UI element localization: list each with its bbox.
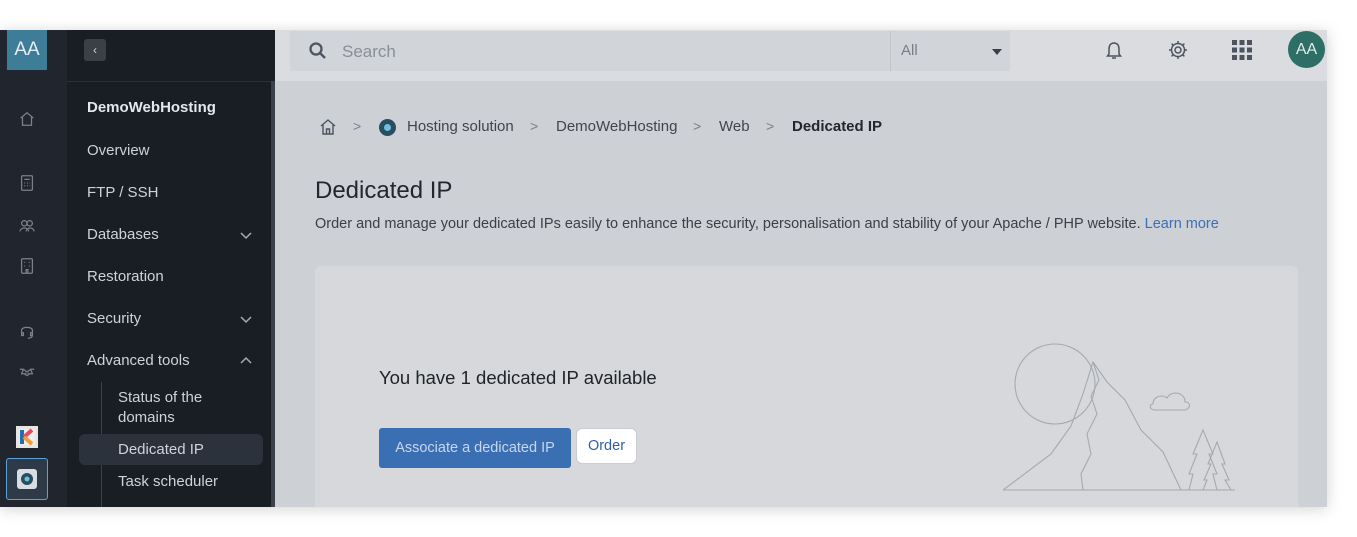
sidebar-item-databases[interactable]: Databases — [87, 226, 159, 243]
kchat-app-icon[interactable] — [16, 426, 38, 448]
breadcrumb-separator: > — [766, 118, 775, 134]
search-input[interactable] — [340, 40, 824, 64]
building-icon[interactable] — [17, 256, 37, 276]
breadcrumb-hosting-solution[interactable]: Hosting solution — [407, 118, 514, 135]
order-button[interactable]: Order — [576, 428, 637, 464]
hosting-logo-icon — [17, 469, 37, 489]
sidebar-item-security[interactable]: Security — [87, 310, 141, 327]
apps-grid-icon[interactable] — [1231, 39, 1253, 61]
page-description-text: Order and manage your dedicated IPs easi… — [315, 216, 1141, 232]
sidebar-top: ‹ — [67, 30, 275, 82]
search-filter-select[interactable]: All — [901, 42, 918, 59]
sidebar-item-advanced-tools[interactable]: Advanced tools — [87, 352, 190, 369]
search-bar: All — [290, 31, 1010, 71]
associate-dedicated-ip-button[interactable]: Associate a dedicated IP — [379, 428, 571, 468]
search-icon[interactable] — [308, 41, 328, 61]
breadcrumb-separator: > — [530, 118, 539, 134]
search-divider — [890, 31, 891, 71]
handshake-icon[interactable] — [17, 362, 37, 382]
breadcrumb-demowebhosting[interactable]: DemoWebHosting — [556, 118, 677, 135]
sidebar-item-restoration[interactable]: Restoration — [87, 268, 164, 285]
breadcrumb-current: Dedicated IP — [792, 118, 883, 135]
sidebar-item-overview[interactable]: Overview — [87, 142, 150, 159]
sidebar-subitem-dedicated-ip[interactable]: Dedicated IP — [118, 440, 204, 460]
sidebar-title: DemoWebHosting — [87, 99, 216, 116]
calculator-icon[interactable] — [17, 173, 37, 193]
breadcrumb-separator: > — [353, 118, 362, 134]
sidebar-subitem-task-scheduler[interactable]: Task scheduler — [118, 472, 218, 492]
page-title: Dedicated IP — [315, 177, 453, 204]
caret-down-icon[interactable] — [992, 49, 1002, 55]
sidebar-subitem-status-domains[interactable]: Status of the domains — [118, 388, 238, 428]
icon-rail: AA — [0, 30, 67, 507]
account-avatar[interactable]: AA — [7, 30, 47, 70]
top-header: All AA — [275, 30, 1327, 81]
bell-icon[interactable] — [1103, 39, 1125, 61]
breadcrumb-separator: > — [693, 118, 702, 134]
chevron-up-icon[interactable] — [239, 354, 253, 368]
home-icon[interactable] — [319, 118, 337, 136]
hosting-logo-icon — [379, 119, 396, 136]
user-avatar[interactable]: AA — [1288, 31, 1325, 68]
hosting-app-icon[interactable] — [6, 458, 48, 500]
sidebar: ‹ DemoWebHosting Overview FTP / SSH Data… — [67, 30, 275, 507]
mountain-illustration — [1003, 343, 1235, 491]
chevron-down-icon[interactable] — [239, 312, 253, 326]
chevron-down-icon[interactable] — [239, 228, 253, 242]
collapse-sidebar-button[interactable]: ‹ — [84, 39, 106, 61]
learn-more-link[interactable]: Learn more — [1145, 216, 1219, 232]
home-icon[interactable] — [17, 109, 37, 129]
main-content: > Hosting solution > DemoWebHosting > We… — [275, 81, 1327, 507]
gear-icon[interactable] — [1167, 39, 1189, 61]
card-heading: You have 1 dedicated IP available — [379, 367, 657, 388]
dedicated-ip-card: You have 1 dedicated IP available Associ… — [315, 266, 1298, 507]
sidebar-item-ftp-ssh[interactable]: FTP / SSH — [87, 184, 158, 201]
page-description: Order and manage your dedicated IPs easi… — [315, 216, 1219, 232]
headset-icon[interactable] — [17, 321, 37, 341]
app-window: AA ‹ DemoWebHosting Overview FTP / SSH D… — [0, 30, 1327, 507]
breadcrumb-web[interactable]: Web — [719, 118, 750, 135]
users-icon[interactable] — [17, 216, 37, 236]
